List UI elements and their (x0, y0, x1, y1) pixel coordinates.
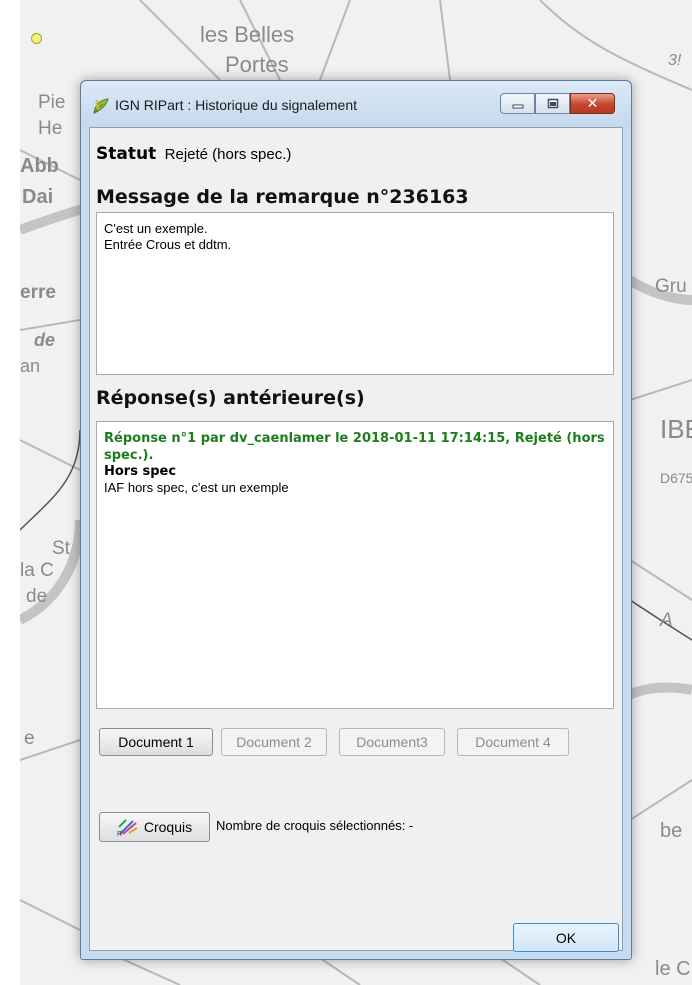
map-label: A (660, 610, 673, 631)
map-label: Portes (225, 52, 289, 77)
map-label: IBE (660, 414, 692, 444)
message-line: Entrée Crous et ddtm. (104, 237, 232, 252)
document-3-button[interactable]: Document3 (339, 728, 445, 756)
croquis-sketch-icon: R (117, 819, 138, 836)
status-row: Statut Rejeté (hors spec.) (96, 144, 291, 164)
map-label: He (38, 118, 63, 139)
close-button[interactable]: ✕ (570, 93, 615, 114)
map-marker[interactable] (31, 33, 42, 44)
responses-textbox[interactable]: Réponse n°1 par dv_caenlamer le 2018-01-… (96, 421, 614, 709)
map-label: de (34, 330, 56, 350)
document-1-button[interactable]: Document 1 (99, 728, 213, 756)
minimize-button[interactable] (500, 93, 535, 114)
ok-button[interactable]: OK (513, 923, 619, 952)
map-label: les Belles (200, 22, 295, 47)
reply-title: Hors spec (104, 464, 177, 479)
map-label: e (24, 728, 35, 749)
map-label: St (52, 538, 70, 559)
document-4-button[interactable]: Document 4 (457, 728, 569, 756)
ripart-leaf-icon (93, 98, 109, 114)
map-label: an (20, 356, 41, 376)
status-label: Statut (96, 144, 157, 164)
map-label: le C (655, 958, 691, 980)
history-dialog: IGN RIPart : Historique du signalement ✕… (80, 80, 632, 960)
svg-text:R: R (117, 831, 122, 836)
restore-icon (547, 98, 558, 109)
croquis-count-label: Nombre de croquis sélectionnés: - (216, 818, 414, 833)
message-line: C'est un exemple. (104, 221, 208, 236)
map-label: de (26, 586, 48, 607)
window-controls: ✕ (500, 93, 615, 115)
dialog-client-area: Statut Rejeté (hors spec.) Message de la… (89, 127, 623, 952)
status-value: Rejeté (hors spec.) (164, 146, 292, 163)
message-textbox[interactable]: C'est un exemple. Entrée Crous et ddtm. (96, 212, 614, 375)
croquis-button[interactable]: R Croquis (99, 812, 210, 842)
map-label: Dai (22, 186, 54, 208)
croquis-button-label: Croquis (143, 819, 193, 835)
maximize-button[interactable] (535, 93, 570, 114)
map-label: Gru (655, 276, 687, 297)
responses-heading: Réponse(s) antérieure(s) (96, 387, 365, 409)
reply-header: Réponse n°1 par dv_caenlamer le 2018-01-… (104, 431, 605, 463)
close-icon: ✕ (586, 95, 599, 112)
map-label: erre (20, 282, 56, 303)
minimize-icon (512, 104, 523, 108)
window-title: IGN RIPart : Historique du signalement (115, 97, 357, 113)
map-label: Pie (38, 92, 66, 113)
map-label: D675 (660, 470, 692, 486)
document-2-button[interactable]: Document 2 (221, 728, 327, 756)
reply-body: IAF hors spec, c'est un exemple (104, 480, 289, 495)
title-bar[interactable]: IGN RIPart : Historique du signalement ✕ (81, 81, 631, 127)
map-label: be (660, 820, 683, 842)
map-label: 3! (668, 52, 682, 69)
map-label: Abb (20, 155, 59, 177)
message-heading: Message de la remarque n°236163 (96, 186, 469, 208)
map-label: la C (20, 560, 54, 581)
